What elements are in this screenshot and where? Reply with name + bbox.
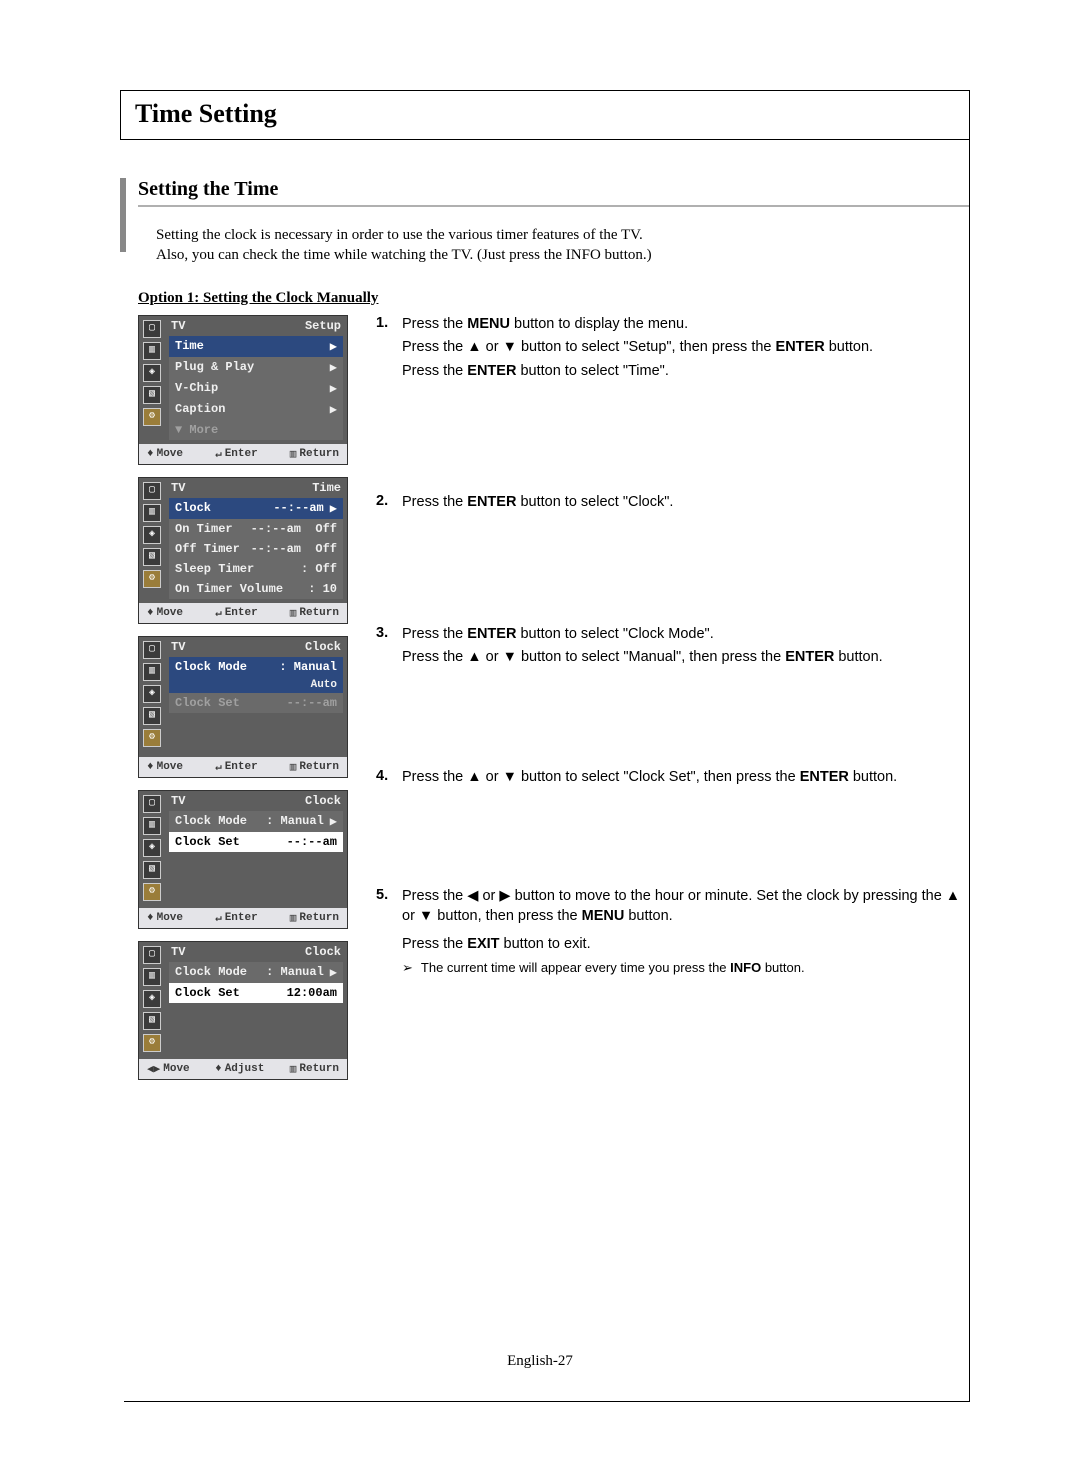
picture-icon: ▥ (143, 342, 161, 360)
osd-footer: ♦Move ↵Enter ▥Return (139, 757, 347, 777)
picture-icon: ▥ (143, 663, 161, 681)
move-icon: ♦ (147, 912, 154, 924)
osd-item-clock[interactable]: Clock --:--am ▶ (169, 498, 343, 519)
picture-icon: ▥ (143, 968, 161, 986)
osd-item-clockmode[interactable]: Clock Mode : Manual (169, 657, 343, 677)
osd-footer: ♦Move ↵Enter ▥Return (139, 908, 347, 928)
tv-icon: ▢ (143, 795, 161, 813)
osd-title: Setup (305, 319, 341, 333)
channel-icon: ▧ (143, 861, 161, 879)
osd-item-ontimervolume[interactable]: On Timer Volume : 10 (169, 579, 343, 599)
setup-icon: ⚙ (143, 729, 161, 747)
return-icon: ▥ (290, 760, 297, 774)
osd-tv-label: TV (171, 640, 185, 654)
osd-item-vchip[interactable]: V-Chip ▶ (169, 378, 343, 399)
sound-icon: ◈ (143, 990, 161, 1008)
sound-icon: ◈ (143, 526, 161, 544)
tv-icon: ▢ (143, 320, 161, 338)
osd-tv-label: TV (171, 481, 185, 495)
osd-item-more[interactable]: ▼ More (169, 420, 343, 440)
move-icon: ♦ (147, 448, 154, 460)
enter-icon: ↵ (215, 760, 222, 774)
osd-tv-label: TV (171, 794, 185, 808)
osd-item-time[interactable]: Time ▶ (169, 336, 343, 357)
picture-icon: ▥ (143, 817, 161, 835)
osd-setup: ▢ ▥ ◈ ▧ ⚙ TV Setup Time (138, 315, 348, 465)
sound-icon: ◈ (143, 839, 161, 857)
channel-icon: ▧ (143, 548, 161, 566)
osd-item-clockset[interactable]: Clock Set --:--am (169, 832, 343, 852)
picture-icon: ▥ (143, 504, 161, 522)
channel-icon: ▧ (143, 707, 161, 725)
osd-title: Clock (305, 794, 341, 808)
osd-item-ontimer[interactable]: On Timer --:--am Off (169, 519, 343, 539)
osd-item-plugplay[interactable]: Plug & Play ▶ (169, 357, 343, 378)
move-lr-icon: ◀▶ (147, 1062, 160, 1076)
osd-time: ▢ ▥ ◈ ▧ ⚙ TV Time Clock (138, 477, 348, 624)
tv-icon: ▢ (143, 946, 161, 964)
tv-icon: ▢ (143, 482, 161, 500)
sound-icon: ◈ (143, 685, 161, 703)
enter-icon: ↵ (215, 447, 222, 461)
move-icon: ♦ (147, 761, 154, 773)
osd-item-sleeptimer[interactable]: Sleep Timer : Off (169, 559, 343, 579)
osd-footer: ♦Move ↵Enter ▥Return (139, 444, 347, 464)
osd-tv-label: TV (171, 319, 185, 333)
osd-clock-mode: ▢ ▥ ◈ ▧ ⚙ TV Clock Clock Mode (138, 636, 348, 778)
osd-item-offtimer[interactable]: Off Timer --:--am Off (169, 539, 343, 559)
adjust-icon: ♦ (215, 1063, 222, 1075)
osd-item-clockset[interactable]: Clock Set --:--am (169, 693, 343, 713)
osd-clock-set: ▢ ▥ ◈ ▧ ⚙ TV Clock Clock Mode (138, 790, 348, 929)
enter-icon: ↵ (215, 911, 222, 925)
setup-icon: ⚙ (143, 1034, 161, 1052)
return-icon: ▥ (290, 447, 297, 461)
setup-icon: ⚙ (143, 408, 161, 426)
return-icon: ▥ (290, 1062, 297, 1076)
return-icon: ▥ (290, 911, 297, 925)
sound-icon: ◈ (143, 364, 161, 382)
setup-icon: ⚙ (143, 883, 161, 901)
osd-item-clockmode[interactable]: Clock Mode : Manual ▶ (169, 962, 343, 983)
channel-icon: ▧ (143, 1012, 161, 1030)
osd-footer: ◀▶Move ♦Adjust ▥Return (139, 1059, 347, 1079)
osd-clock-set-time: ▢ ▥ ◈ ▧ ⚙ TV Clock Clock Mode (138, 941, 348, 1080)
osd-item-clockmode[interactable]: Clock Mode : Manual ▶ (169, 811, 343, 832)
page-footer: English-27 (0, 1353, 1080, 1370)
channel-icon: ▧ (143, 386, 161, 404)
tv-icon: ▢ (143, 641, 161, 659)
osd-title: Clock (305, 640, 341, 654)
osd-item-caption[interactable]: Caption ▶ (169, 399, 343, 420)
osd-column: ▢ ▥ ◈ ▧ ⚙ TV Setup Time (138, 315, 348, 1092)
osd-item-clockset[interactable]: Clock Set 12:00am (169, 983, 343, 1003)
enter-icon: ↵ (215, 606, 222, 620)
osd-title: Clock (305, 945, 341, 959)
osd-title: Time (312, 481, 341, 495)
osd-tv-label: TV (171, 945, 185, 959)
osd-dropdown-auto[interactable]: Auto (169, 677, 343, 693)
return-icon: ▥ (290, 606, 297, 620)
setup-icon: ⚙ (143, 570, 161, 588)
move-icon: ♦ (147, 607, 154, 619)
osd-footer: ♦Move ↵Enter ▥Return (139, 603, 347, 623)
